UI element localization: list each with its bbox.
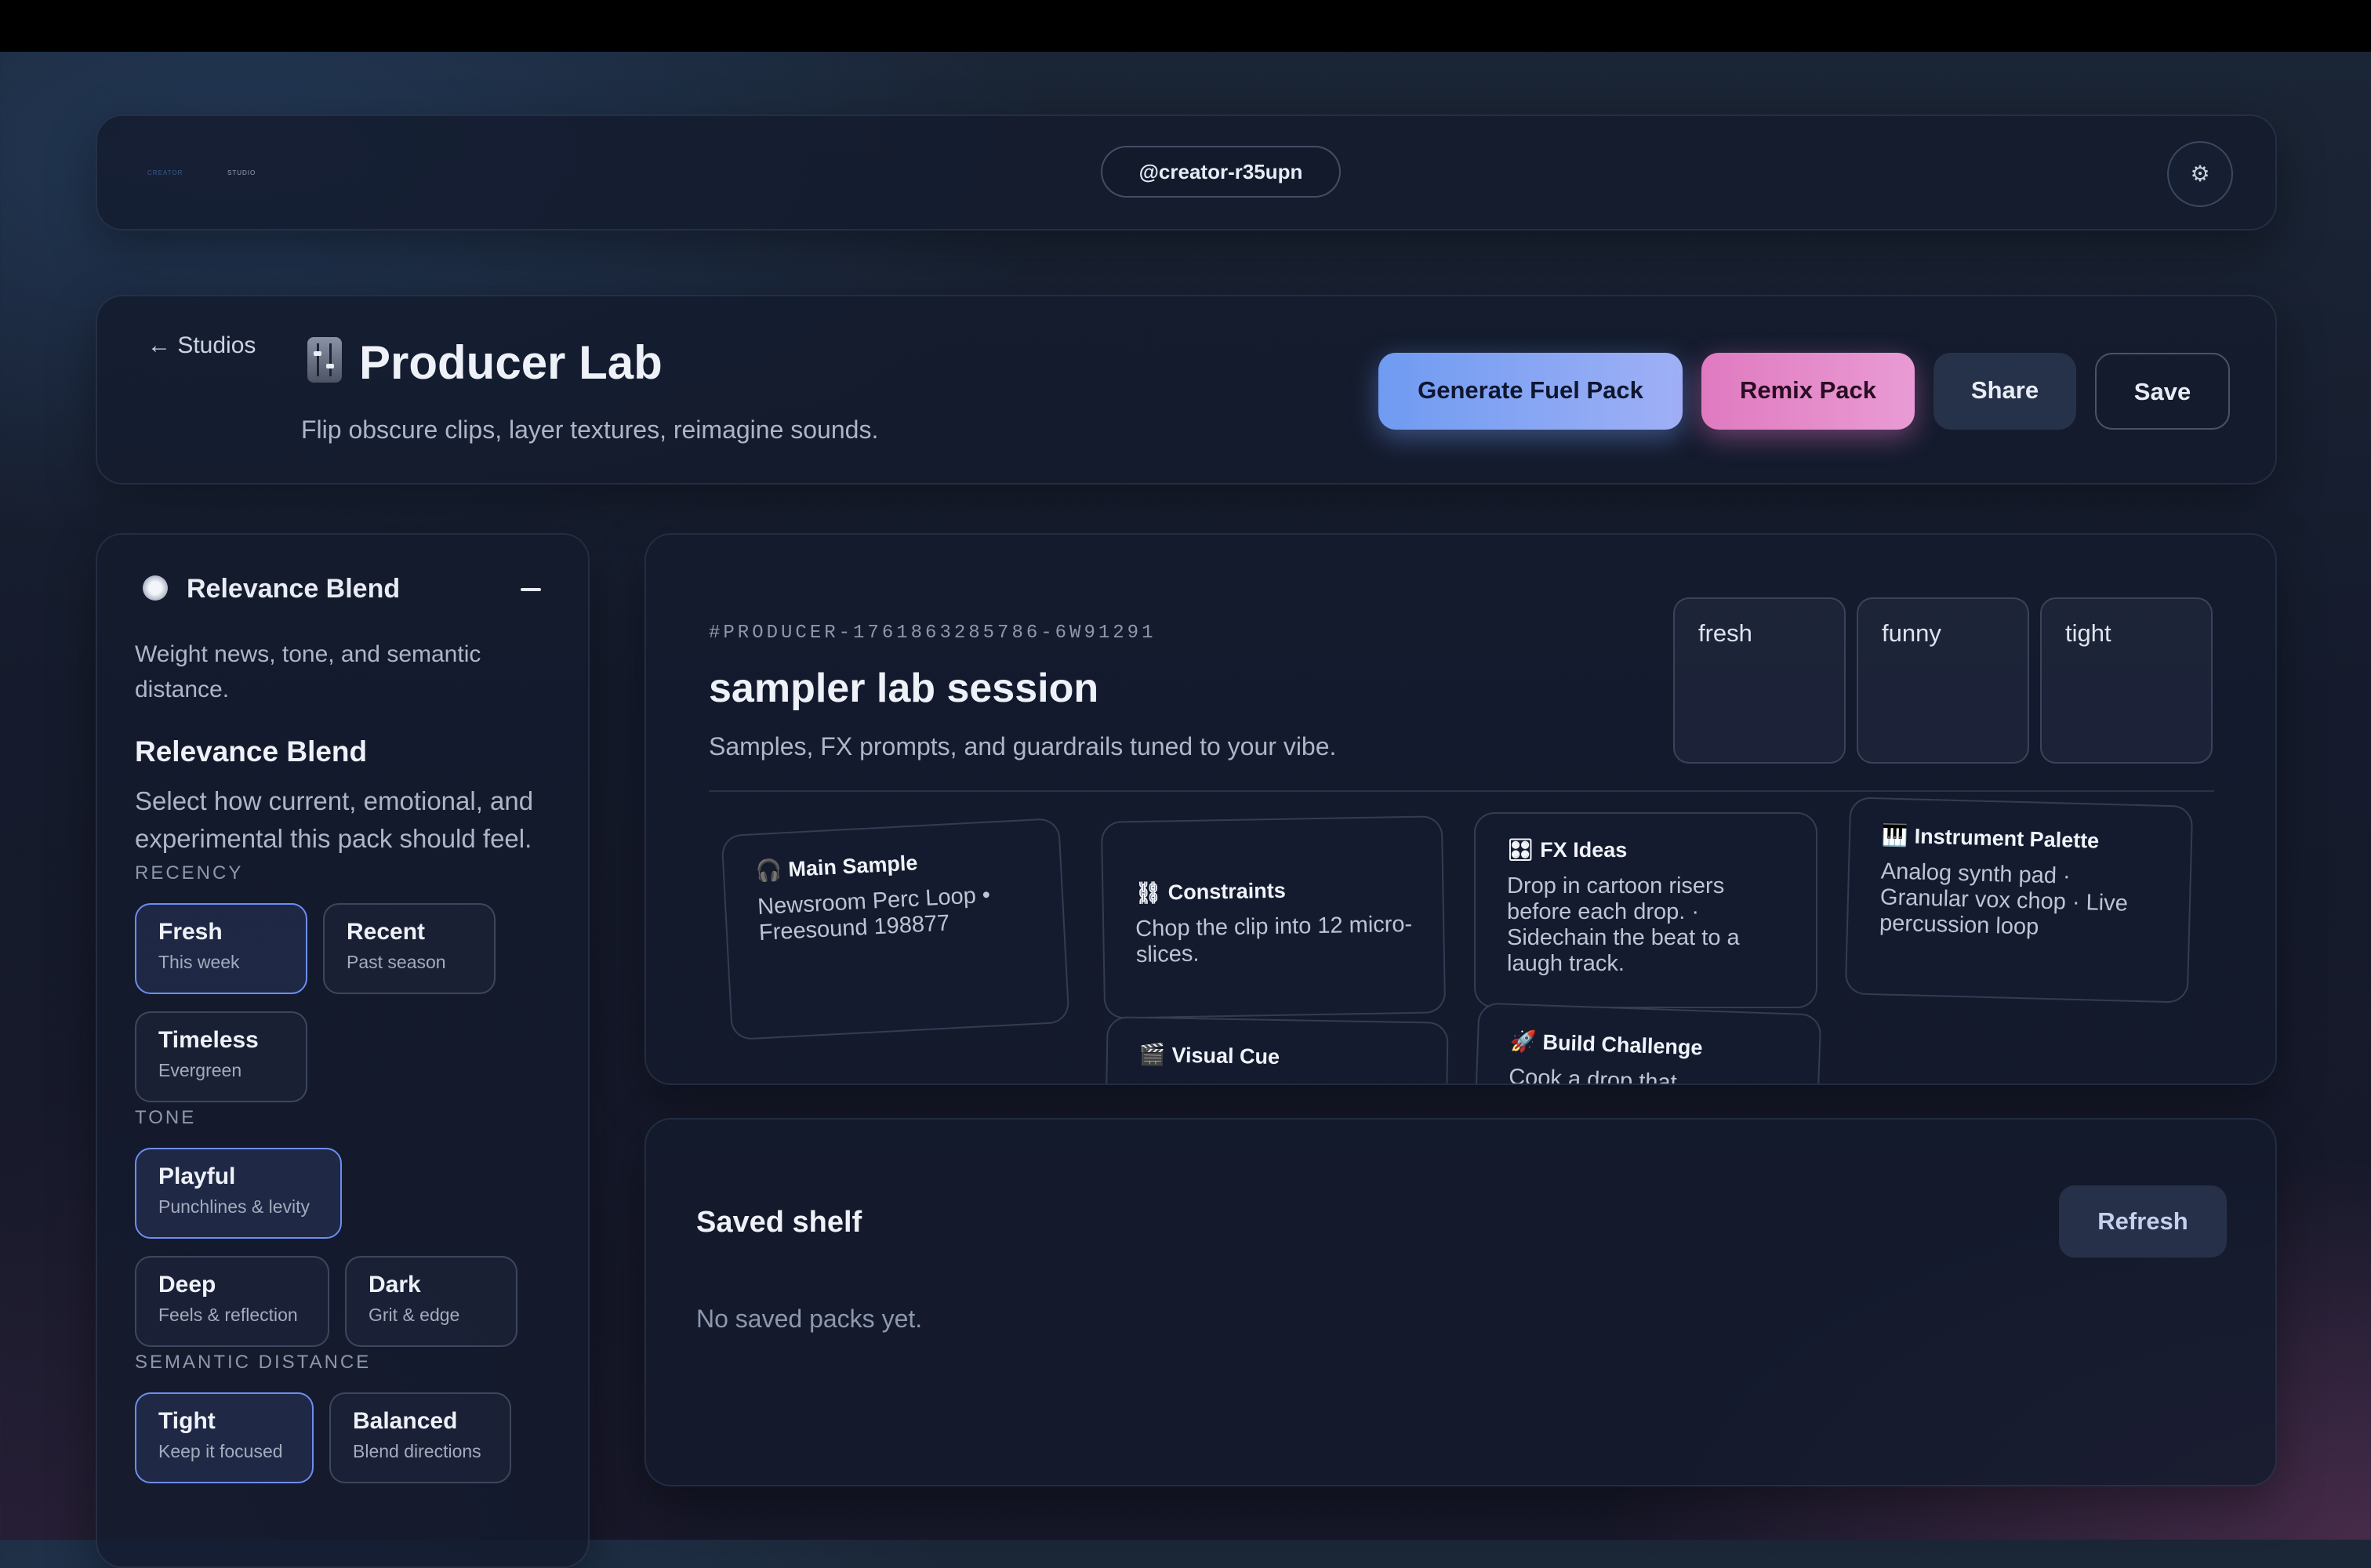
chain-icon: ⛓: [1135, 880, 1162, 906]
tone-option-dark[interactable]: Dark Grit & edge: [345, 1256, 517, 1347]
clapperboard-icon: 🎬: [1138, 1042, 1166, 1067]
headphones-icon: 🎧: [755, 858, 783, 884]
panel-description: Weight news, tone, and semantic distance…: [135, 641, 481, 702]
recency-option-recent[interactable]: Recent Past season: [323, 903, 496, 994]
user-handle-pill[interactable]: @creator-r35upn: [1101, 146, 1341, 198]
minus-icon[interactable]: [521, 588, 541, 591]
visual-cue-card[interactable]: 🎬 Visual Cue: [1104, 1016, 1449, 1083]
empty-state-text: No saved packs yet.: [696, 1305, 923, 1333]
brand-mark-left: CREATOR: [147, 169, 183, 176]
mixer-slider-icon: [307, 337, 342, 383]
control-knobs-icon: 🎛: [1507, 838, 1534, 862]
blend-prompt: Select how current, emotional, and exper…: [135, 786, 534, 853]
app-header: CREATOR STUDIO @creator-r35upn ⚙: [96, 114, 2277, 230]
back-to-studios-link[interactable]: ← Studios: [147, 332, 256, 359]
instrument-palette-card[interactable]: 🎹 Instrument Palette Analog synth pad · G…: [1844, 797, 2194, 1004]
page-title: Producer Lab: [359, 336, 663, 389]
recency-option-timeless[interactable]: Timeless Evergreen: [135, 1011, 307, 1102]
divider: [709, 790, 2214, 792]
rocket-icon: 🚀: [1509, 1029, 1538, 1054]
tone-option-playful[interactable]: Playful Punchlines & levity: [135, 1148, 342, 1239]
share-button[interactable]: Share: [1933, 353, 2076, 430]
tone-label: TONE: [135, 1107, 197, 1128]
semantic-distance-label: SEMANTIC DISTANCE: [135, 1352, 372, 1373]
vibe-tag[interactable]: fresh: [1673, 597, 1846, 764]
panel-title: Relevance Blend: [187, 574, 401, 604]
recency-option-fresh[interactable]: Fresh This week: [135, 903, 307, 994]
studio-header: ← Studios Producer Lab Flip obscure clip…: [96, 295, 2277, 485]
tone-option-deep[interactable]: Deep Feels & reflection: [135, 1256, 329, 1347]
save-button[interactable]: Save: [2095, 353, 2230, 430]
semantic-option-tight[interactable]: Tight Keep it focused: [135, 1392, 314, 1483]
main-sample-card[interactable]: 🎧 Main Sample Newsroom Perc Loop • Freeso…: [721, 817, 1070, 1041]
session-description: Samples, FX prompts, and guardrails tune…: [709, 732, 1337, 760]
keyboard-icon: 🎹: [1881, 823, 1909, 848]
saved-shelf-panel: Saved shelf Refresh No saved packs yet.: [644, 1118, 2277, 1486]
remix-pack-button[interactable]: Remix Pack: [1701, 353, 1915, 430]
blend-heading: Relevance Blend: [135, 735, 368, 768]
relevance-blend-panel: Relevance Blend Weight news, tone, and s…: [96, 533, 590, 1568]
brand-mark-right: STUDIO: [227, 169, 256, 176]
build-challenge-card[interactable]: 🚀 Build Challenge Cook a drop that: [1472, 1002, 1822, 1083]
constraints-card[interactable]: ⛓ Constraints Chop the clip into 12 micro…: [1100, 815, 1447, 1019]
semantic-option-balanced[interactable]: Balanced Blend directions: [329, 1392, 511, 1483]
recency-label: RECENCY: [135, 862, 244, 884]
session-id: #PRODUCER-1761863285786-6W91291: [709, 622, 1156, 644]
gear-icon[interactable]: ⚙: [2167, 141, 2233, 207]
window-top-bar: [0, 0, 2371, 52]
page-subtitle: Flip obscure clips, layer textures, reim…: [301, 416, 879, 444]
refresh-button[interactable]: Refresh: [2059, 1185, 2227, 1258]
session-panel: #PRODUCER-1761863285786-6W91291 sampler …: [644, 533, 2277, 1085]
vibe-tag[interactable]: tight: [2040, 597, 2213, 764]
saved-shelf-title: Saved shelf: [696, 1206, 862, 1239]
session-title: sampler lab session: [709, 666, 1099, 711]
fx-ideas-card[interactable]: 🎛 FX Ideas Drop in cartoon risers before …: [1474, 812, 1817, 1008]
vibe-tag[interactable]: funny: [1857, 597, 2029, 764]
generate-fuel-pack-button[interactable]: Generate Fuel Pack: [1378, 353, 1683, 430]
